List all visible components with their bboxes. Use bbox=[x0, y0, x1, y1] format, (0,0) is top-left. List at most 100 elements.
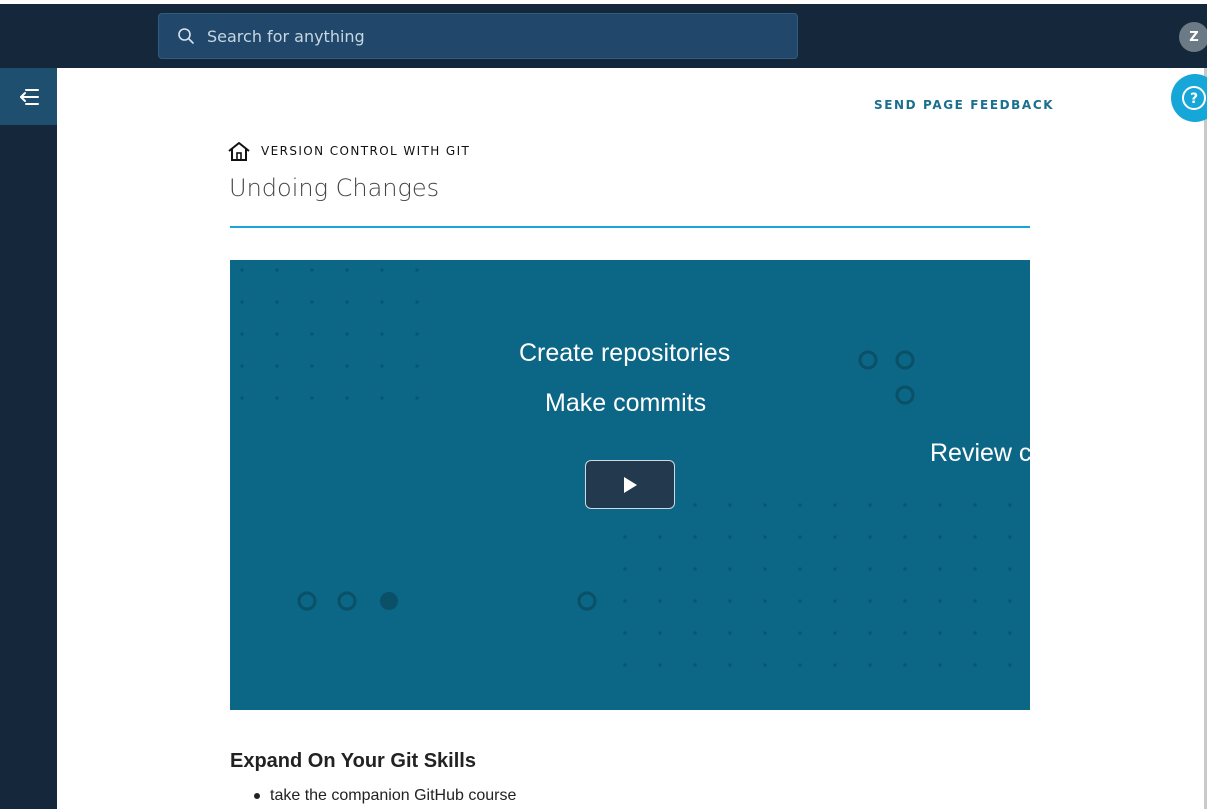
pattern-dot bbox=[623, 599, 627, 603]
pattern-dot bbox=[380, 396, 384, 400]
pattern-dot bbox=[798, 535, 802, 539]
pattern-dot bbox=[275, 300, 279, 304]
pattern-dot bbox=[1008, 567, 1012, 571]
pattern-dot bbox=[693, 503, 697, 507]
svg-text:?: ? bbox=[1190, 91, 1198, 107]
pattern-dot bbox=[240, 268, 244, 272]
pattern-dot bbox=[728, 535, 732, 539]
video-player[interactable]: Create repositories Make commits Review … bbox=[230, 260, 1030, 710]
video-slide-line: Make commits bbox=[545, 389, 707, 417]
pattern-dot bbox=[728, 503, 732, 507]
pattern-dot bbox=[693, 663, 697, 667]
pattern-dot bbox=[868, 599, 872, 603]
pattern-dot bbox=[658, 599, 662, 603]
pattern-dot bbox=[415, 332, 419, 336]
search-bar[interactable] bbox=[158, 13, 798, 59]
pattern-dot bbox=[868, 503, 872, 507]
pattern-dot bbox=[310, 332, 314, 336]
pattern-dot bbox=[763, 663, 767, 667]
github-course-link[interactable]: take the companion GitHub course bbox=[270, 787, 516, 805]
user-avatar[interactable]: Z bbox=[1179, 22, 1207, 52]
search-input[interactable] bbox=[207, 26, 767, 46]
pattern-dot bbox=[868, 567, 872, 571]
sidebar bbox=[0, 68, 57, 809]
pattern-dot bbox=[938, 631, 942, 635]
pattern-dot bbox=[658, 663, 662, 667]
pattern-dot bbox=[275, 396, 279, 400]
send-page-feedback-link[interactable]: SEND PAGE FEEDBACK bbox=[874, 98, 1054, 112]
pattern-dot bbox=[833, 631, 837, 635]
pattern-dot bbox=[1008, 535, 1012, 539]
pattern-dot bbox=[415, 364, 419, 368]
pattern-dot bbox=[833, 663, 837, 667]
pattern-dot bbox=[798, 663, 802, 667]
collapse-sidebar-button[interactable] bbox=[0, 68, 57, 125]
pattern-dot bbox=[833, 503, 837, 507]
pattern-dot bbox=[380, 268, 384, 272]
pattern-dot bbox=[973, 503, 977, 507]
pattern-dot bbox=[938, 599, 942, 603]
pattern-dot bbox=[415, 300, 419, 304]
pattern-dot bbox=[938, 503, 942, 507]
pattern-dot bbox=[903, 631, 907, 635]
pattern-dot bbox=[275, 364, 279, 368]
home-icon[interactable] bbox=[227, 141, 251, 161]
pattern-dot bbox=[623, 631, 627, 635]
pattern-dot bbox=[973, 567, 977, 571]
play-icon bbox=[624, 476, 637, 493]
pattern-dot bbox=[973, 599, 977, 603]
pattern-dot bbox=[833, 599, 837, 603]
pattern-dot bbox=[693, 631, 697, 635]
pattern-dot bbox=[903, 503, 907, 507]
video-slide-line: Review c bbox=[930, 439, 1030, 467]
pattern-dot bbox=[763, 567, 767, 571]
pattern-dot bbox=[693, 535, 697, 539]
list-item: take the companion GitHub course bbox=[254, 787, 516, 805]
breadcrumb-course-link[interactable]: VERSION CONTROL WITH GIT bbox=[261, 144, 470, 158]
pattern-dot bbox=[275, 332, 279, 336]
pattern-dot bbox=[623, 567, 627, 571]
pattern-dot bbox=[380, 364, 384, 368]
pattern-dot bbox=[763, 535, 767, 539]
pattern-dot bbox=[1008, 663, 1012, 667]
pattern-dot bbox=[240, 332, 244, 336]
pattern-dot bbox=[798, 567, 802, 571]
skills-list: take the companion GitHub course bbox=[254, 787, 516, 805]
pattern-dot bbox=[868, 535, 872, 539]
pattern-dot bbox=[868, 631, 872, 635]
help-icon: ? bbox=[1182, 86, 1206, 110]
pattern-dot bbox=[240, 364, 244, 368]
pattern-dot bbox=[728, 631, 732, 635]
pattern-dot bbox=[345, 300, 349, 304]
pattern-dot bbox=[310, 364, 314, 368]
pattern-dot bbox=[763, 599, 767, 603]
pattern-dot bbox=[693, 567, 697, 571]
top-navigation-bar: Z bbox=[0, 0, 1207, 68]
pattern-dot bbox=[833, 567, 837, 571]
play-button[interactable] bbox=[585, 460, 675, 509]
pattern-dot bbox=[763, 503, 767, 507]
pattern-dot bbox=[693, 599, 697, 603]
pattern-dot bbox=[623, 663, 627, 667]
pattern-dot bbox=[345, 268, 349, 272]
pattern-dot bbox=[728, 599, 732, 603]
search-icon bbox=[178, 28, 194, 44]
pattern-dot bbox=[345, 332, 349, 336]
pattern-dot bbox=[240, 396, 244, 400]
pattern-dot bbox=[1008, 503, 1012, 507]
help-button[interactable]: ? bbox=[1171, 74, 1207, 122]
pattern-dot bbox=[938, 663, 942, 667]
pattern-dot bbox=[798, 599, 802, 603]
pattern-dot bbox=[240, 300, 244, 304]
section-heading: Expand On Your Git Skills bbox=[230, 750, 476, 772]
pattern-dot bbox=[903, 535, 907, 539]
pattern-dot bbox=[973, 663, 977, 667]
pattern-dot bbox=[275, 268, 279, 272]
pattern-dot bbox=[345, 396, 349, 400]
pattern-dot bbox=[868, 663, 872, 667]
video-slide-line: Create repositories bbox=[519, 339, 731, 367]
pattern-dot bbox=[798, 503, 802, 507]
pattern-dot bbox=[310, 396, 314, 400]
pattern-dot bbox=[415, 268, 419, 272]
pattern-dot bbox=[763, 631, 767, 635]
